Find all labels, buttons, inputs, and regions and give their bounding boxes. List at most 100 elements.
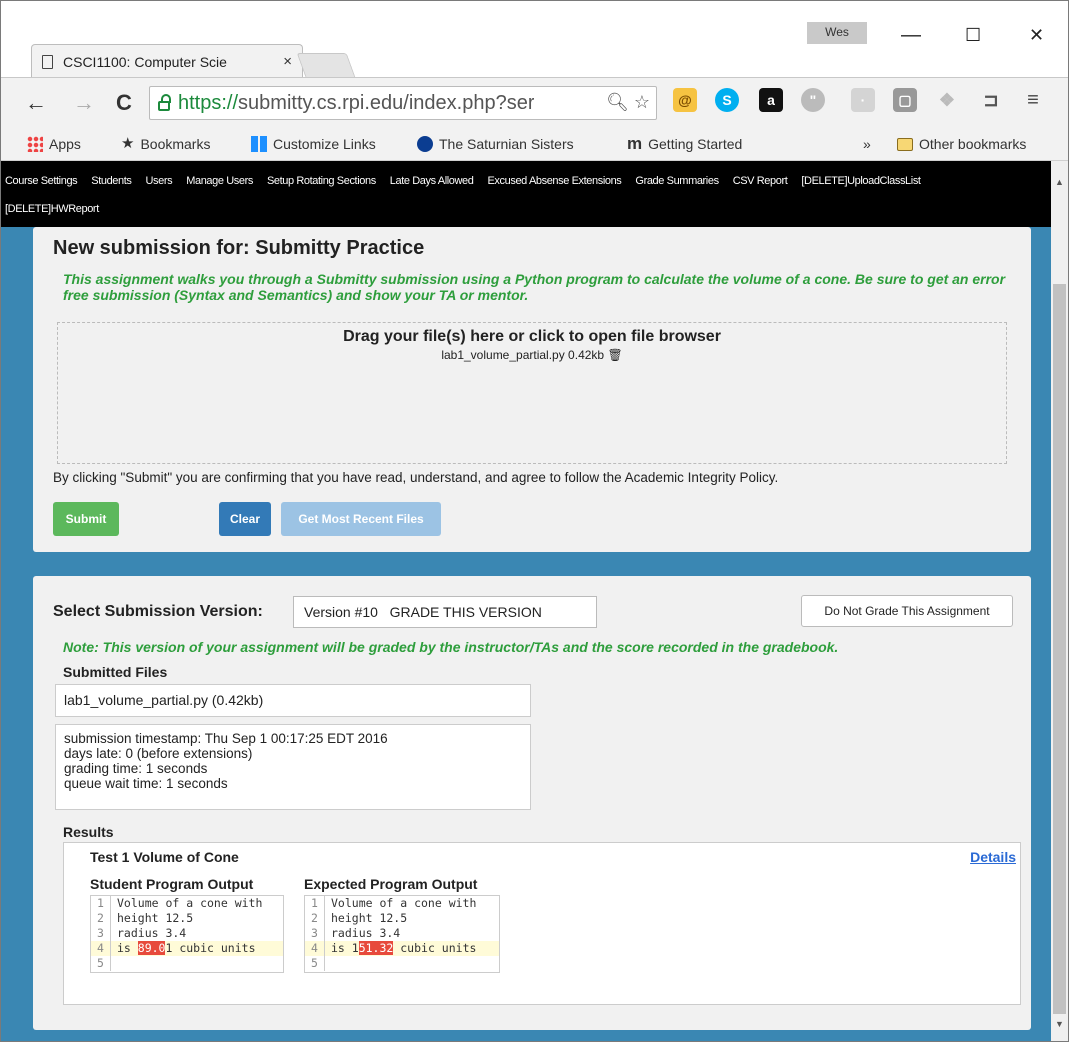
browser-window: CSCI1100: Computer Scie × Wes — ☐ ✕ ← → … <box>0 0 1069 1042</box>
lastpass-extension-icon[interactable]: @ <box>673 88 697 112</box>
nav-hw-report[interactable]: [DELETE]HWReport <box>5 203 99 215</box>
forward-arrow-icon[interactable]: → <box>69 90 99 116</box>
line-text: is 151.32 cubic units <box>331 941 477 955</box>
star-icon: ★ <box>121 135 135 152</box>
dropbox-extension-icon[interactable]: ❖ <box>935 88 959 112</box>
results-label: Results <box>63 824 114 840</box>
bookmarks-overflow-icon[interactable]: » <box>863 136 871 152</box>
search-star-icons[interactable]: 🔍︎ ☆ <box>606 92 650 113</box>
page-scrollbar[interactable]: ▲ ▼ <box>1051 161 1068 1041</box>
line-text: is 89.01 cubic units <box>117 941 256 955</box>
version-select[interactable]: Version #10 GRADE THIS VERSION <box>293 596 597 628</box>
address-bar[interactable]: https:// submitty.cs.rpi.edu/index.php?s… <box>149 86 657 120</box>
bookmark-bookmarks[interactable]: ★ Bookmarks <box>121 135 210 153</box>
expected-output-label: Expected Program Output <box>304 876 478 892</box>
ext-grey-icon[interactable]: · <box>851 88 875 112</box>
windows-icon <box>251 136 267 152</box>
line-text: radius 3.4 <box>331 926 401 940</box>
info-grading-time: grading time: 1 seconds <box>64 761 208 776</box>
diff-highlight: 89.0 <box>137 941 166 955</box>
bookmark-label: Other bookmarks <box>919 136 1027 152</box>
new-tab-button[interactable] <box>296 53 356 77</box>
close-window-icon[interactable]: ✕ <box>1029 25 1044 45</box>
cast-icon[interactable]: ⊐ <box>979 88 1003 112</box>
scroll-up-icon[interactable]: ▲ <box>1055 177 1064 187</box>
amazon-extension-icon[interactable]: a <box>759 88 783 112</box>
drop-zone-label: Drag your file(s) here or click to open … <box>343 328 721 345</box>
nav-users[interactable]: Users <box>146 175 173 187</box>
get-recent-files-button[interactable]: Get Most Recent Files <box>281 502 441 536</box>
assignment-description: This assignment walks you through a Subm… <box>63 271 1006 303</box>
code-line: 4 is 151.32 cubic units <box>305 941 499 956</box>
folder-icon <box>897 137 913 151</box>
line-number: 1 <box>305 896 325 911</box>
diff-highlight: 51.32 <box>358 941 394 955</box>
apps-grid-icon <box>27 136 43 152</box>
code-line: 1 Volume of a cone with <box>305 896 499 911</box>
bookmark-customize-links[interactable]: Customize Links <box>251 136 376 152</box>
do-not-grade-button[interactable]: Do Not Grade This Assignment <box>801 595 1013 627</box>
line-text: Volume of a cone with <box>331 896 477 910</box>
course-nav: Course Settings Students Users Manage Users… <box>1 161 1051 227</box>
details-link[interactable]: Details <box>970 849 1016 865</box>
nav-excused-extensions[interactable]: Excused Absense Extensions <box>488 175 622 187</box>
browser-toolbar: ← → C https:// submitty.cs.rpi.edu/index… <box>1 77 1068 129</box>
file-drop-zone[interactable]: Drag your file(s) here or click to open … <box>57 322 1007 464</box>
line-number: 5 <box>91 956 111 971</box>
nav-students[interactable]: Students <box>91 175 132 187</box>
bookmark-other-bookmarks[interactable]: Other bookmarks <box>897 136 1026 152</box>
bookmark-saturnian-sisters[interactable]: The Saturnian Sisters <box>417 136 611 152</box>
bookmark-label: Customize Links <box>273 136 376 152</box>
browser-tab[interactable]: CSCI1100: Computer Scie × <box>31 44 303 78</box>
reload-icon[interactable]: C <box>109 90 139 116</box>
bookmark-getting-started[interactable]: m Getting Started <box>627 135 742 152</box>
uploaded-file-entry: lab1_volume_partial.py 0.42kb 🗑︎ <box>58 348 1006 362</box>
uploaded-file-name: lab1_volume_partial.py 0.42kb <box>441 348 605 362</box>
trash-icon[interactable]: 🗑︎ <box>607 348 622 362</box>
nav-late-days[interactable]: Late Days Allowed <box>390 175 474 187</box>
line-number: 2 <box>91 911 111 926</box>
minimize-icon[interactable]: — <box>901 25 921 45</box>
line-number: 4 <box>91 941 111 956</box>
select-version-label: Select Submission Version: <box>53 603 263 620</box>
nav-manage-users[interactable]: Manage Users <box>186 175 253 187</box>
page-content: Course Settings Students Users Manage Users… <box>1 161 1051 1041</box>
clear-button[interactable]: Clear <box>219 502 271 536</box>
line-number: 4 <box>305 941 325 956</box>
code-line: 1 Volume of a cone with <box>91 896 283 911</box>
nav-course-settings[interactable]: Course Settings <box>5 175 78 187</box>
scroll-down-icon[interactable]: ▼ <box>1055 1019 1064 1029</box>
nav-grade-summaries[interactable]: Grade Summaries <box>635 175 719 187</box>
line-number: 3 <box>91 926 111 941</box>
nav-upload-class-list[interactable]: [DELETE]UploadClassList <box>801 175 921 187</box>
line-number: 5 <box>305 956 325 971</box>
lock-icon <box>158 94 171 111</box>
back-arrow-icon[interactable]: ← <box>21 90 51 116</box>
skype-extension-icon[interactable]: S <box>715 88 739 112</box>
submission-version-panel: Select Submission Version: Version #10 G… <box>33 576 1031 1030</box>
url-text: submitty.cs.rpi.edu/index.php?ser <box>238 91 535 114</box>
line-text <box>111 956 283 971</box>
line-text: radius 3.4 <box>117 926 187 940</box>
tab-close-icon[interactable]: × <box>283 53 292 70</box>
test-title: Test 1 Volume of Cone <box>90 849 239 865</box>
bookmark-apps[interactable]: Apps <box>27 136 81 152</box>
menu-icon[interactable]: ≡ <box>1021 88 1045 112</box>
test-result-card: Test 1 Volume of Cone Details Student Pr… <box>63 842 1021 1005</box>
page-title: New submission for: Submitty Practice <box>53 237 425 259</box>
line-number: 2 <box>305 911 325 926</box>
scrollbar-thumb[interactable] <box>1053 284 1066 1014</box>
student-output-code: 1 Volume of a cone with 2 height 12.5 3 radiu… <box>90 895 284 973</box>
code-line: 3 radius 3.4 <box>305 926 499 941</box>
submit-button[interactable]: Submit <box>53 502 119 536</box>
nav-setup-rotating-sections[interactable]: Setup Rotating Sections <box>267 175 376 187</box>
nav-csv-report[interactable]: CSV Report <box>733 175 788 187</box>
new-submission-panel: New submission for: Submitty Practice Th… <box>33 227 1031 552</box>
submission-info: submission timestamp: Thu Sep 1 00:17:25… <box>55 724 531 810</box>
hangouts-extension-icon[interactable]: " <box>801 88 825 112</box>
profile-button[interactable]: Wes <box>807 22 867 44</box>
maximize-icon[interactable]: ☐ <box>965 25 981 45</box>
code-line: 2 height 12.5 <box>91 911 283 926</box>
pocket-extension-icon[interactable]: ▢ <box>893 88 917 112</box>
info-queue-wait: queue wait time: 1 seconds <box>64 776 228 791</box>
